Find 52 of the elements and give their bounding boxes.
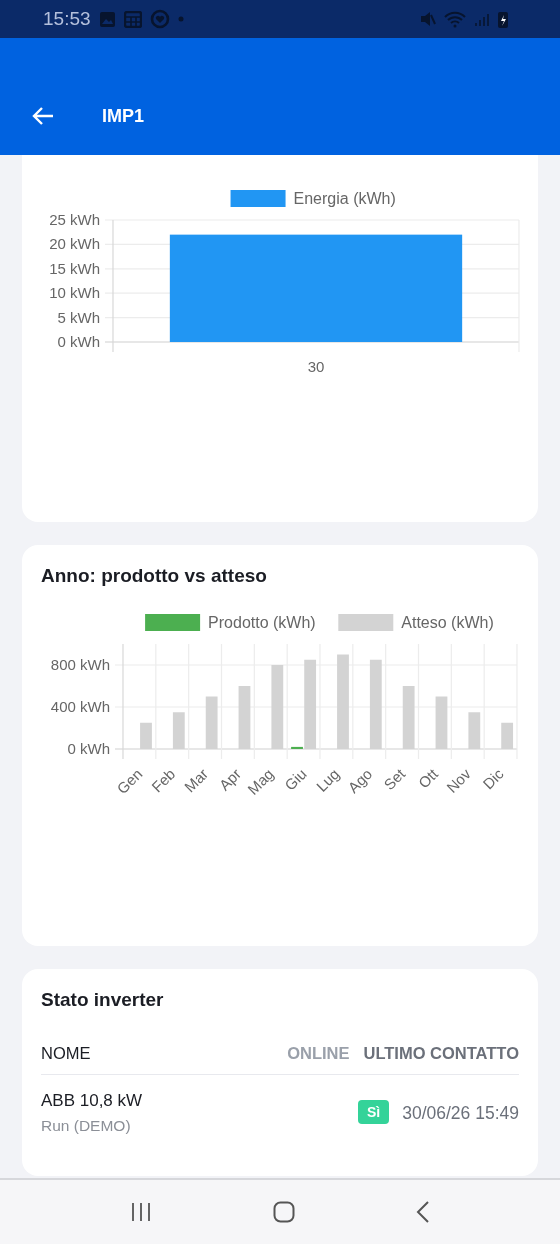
axis-category-label: Ago xyxy=(344,765,376,796)
mute-icon xyxy=(420,11,436,27)
axis-category-label: Mag xyxy=(244,765,277,798)
inverter-status: Run (DEMO) xyxy=(41,1117,132,1135)
axis-tick-label: 0 kWh xyxy=(57,333,100,350)
recent-apps-icon xyxy=(130,1202,153,1222)
axis-category-label: Gen xyxy=(113,765,146,798)
signal-icon xyxy=(474,11,490,27)
back-button[interactable] xyxy=(31,106,55,126)
axis-tick-label: 10 kWh xyxy=(49,284,100,302)
legend-label: Prodotto (kWh) xyxy=(208,614,316,631)
axis-tick-label: 20 kWh xyxy=(49,235,100,253)
battery-icon xyxy=(498,10,508,28)
column-header: NOME xyxy=(41,1044,92,1063)
axis-category-label: Ott xyxy=(414,765,442,792)
axis-category-label: Mar xyxy=(180,765,212,796)
online-badge: Sì xyxy=(358,1100,390,1124)
axis-category-label: Giu xyxy=(281,765,310,794)
axis-tick-label: 5 kWh xyxy=(57,308,100,326)
home-icon xyxy=(273,1201,295,1223)
axis-tick-label: 800 kWh xyxy=(50,656,110,673)
axis-category-label: Feb xyxy=(148,765,179,796)
axis-tick-label: 15 kWh xyxy=(49,259,100,277)
last-contact-time: 30/06/26 15:49 xyxy=(402,1102,519,1124)
axis-category-label: 30 xyxy=(307,358,325,375)
card-title: Anno: prodotto vs atteso xyxy=(40,564,268,587)
column-header: ONLINE xyxy=(287,1044,350,1063)
dot-icon xyxy=(177,16,184,22)
back-chevron-icon xyxy=(415,1200,430,1224)
screen-title: IMP1 xyxy=(102,105,144,127)
inverter-name: ABB 10,8 kW xyxy=(41,1091,144,1111)
legend-swatch[interactable] xyxy=(230,190,286,207)
axis-tick-label: 0 kWh xyxy=(67,740,110,757)
image-icon xyxy=(98,10,116,28)
axis-category-label: Set xyxy=(380,765,409,794)
legend-label: Atteso (kWh) xyxy=(401,614,494,631)
axis-category-label: Apr xyxy=(215,765,245,794)
column-header: ULTIMO CONTATTO xyxy=(363,1044,519,1063)
legend-label: Energia (kWh) xyxy=(293,190,396,207)
calendar-icon xyxy=(123,10,142,28)
heart-circle-icon xyxy=(149,9,170,29)
card-title: Stato inverter xyxy=(41,988,165,1011)
clock-time: 15:53 xyxy=(43,8,91,30)
legend-swatch[interactable] xyxy=(338,614,394,631)
axis-tick-label: 25 kWh xyxy=(49,211,100,228)
legend-swatch[interactable] xyxy=(145,614,201,631)
axis-tick-label: 400 kWh xyxy=(50,698,110,715)
axis-category-label: Nov xyxy=(443,765,474,796)
wifi-icon xyxy=(444,10,466,28)
axis-category-label: Dic xyxy=(479,765,507,793)
back-arrow-icon xyxy=(31,106,55,126)
axis-category-label: Lug xyxy=(312,765,343,795)
